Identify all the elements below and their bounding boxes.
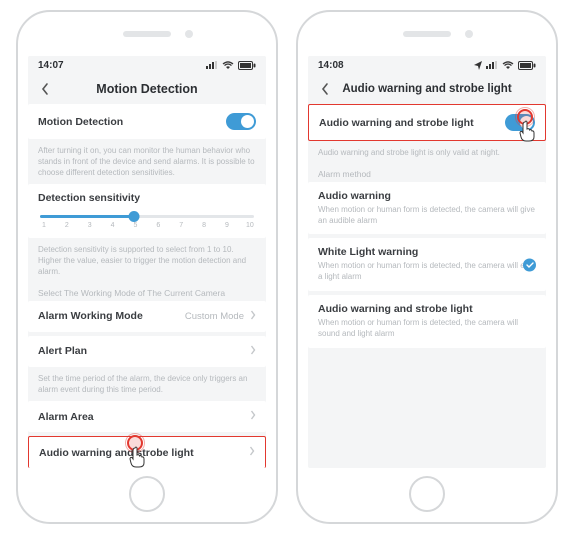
home-button[interactable] bbox=[409, 476, 445, 512]
option-audio-and-strobe[interactable]: Audio warning and strobe light When moti… bbox=[308, 295, 546, 348]
slider-thumb[interactable] bbox=[128, 211, 139, 222]
audio-strobe-toggle-row[interactable]: Audio warning and strobe light bbox=[308, 104, 546, 141]
status-icons bbox=[474, 61, 536, 70]
screen-left: 14:07 Motion Detection Motion Detection bbox=[28, 56, 266, 468]
alert-plan-desc: Set the time period of the alarm, the de… bbox=[28, 371, 266, 402]
sensitivity-title: Detection sensitivity bbox=[38, 192, 256, 204]
phone-mockup-right: 14:08 Audio warning and strobe light Aud… bbox=[296, 10, 558, 524]
alarm-area-label: Alarm Area bbox=[38, 411, 244, 423]
option-desc: When motion or human form is detected, t… bbox=[318, 261, 536, 283]
tick-6: 6 bbox=[154, 222, 162, 229]
tick-1: 1 bbox=[40, 222, 48, 229]
status-time: 14:08 bbox=[318, 60, 344, 71]
alarm-working-mode-value: Custom Mode bbox=[185, 311, 244, 322]
motion-detection-toggle-row[interactable]: Motion Detection bbox=[28, 104, 266, 139]
tick-3: 3 bbox=[86, 222, 94, 229]
status-icons bbox=[206, 61, 256, 70]
chevron-right-icon bbox=[250, 345, 256, 358]
wifi-icon bbox=[502, 61, 514, 70]
alarm-working-mode-label: Alarm Working Mode bbox=[38, 310, 185, 322]
toggle-audio-strobe[interactable] bbox=[505, 114, 535, 131]
option-title: Audio warning bbox=[318, 190, 536, 202]
tick-9: 9 bbox=[223, 222, 231, 229]
phone-speaker bbox=[403, 31, 451, 37]
sensitivity-card: Detection sensitivity 1 2 3 4 5 6 7 bbox=[28, 184, 266, 238]
tick-10: 10 bbox=[246, 222, 254, 229]
content-left: Motion Detection After turning it on, yo… bbox=[28, 104, 266, 468]
tick-4: 4 bbox=[109, 222, 117, 229]
content-right: Audio warning and strobe light Audio war… bbox=[308, 104, 546, 468]
sensitivity-desc: Detection sensitivity is supported to se… bbox=[28, 242, 266, 283]
back-button[interactable] bbox=[316, 80, 334, 98]
tick-8: 8 bbox=[200, 222, 208, 229]
checkmark-icon bbox=[523, 258, 536, 271]
nav-bar: Audio warning and strobe light bbox=[308, 74, 546, 104]
screen-right: 14:08 Audio warning and strobe light Aud… bbox=[308, 56, 546, 468]
motion-detection-label: Motion Detection bbox=[38, 116, 226, 128]
mode-section-label: Select The Working Mode of The Current C… bbox=[28, 284, 266, 301]
tick-2: 2 bbox=[63, 222, 71, 229]
chevron-right-icon bbox=[250, 410, 256, 423]
phone-speaker bbox=[123, 31, 171, 37]
status-time: 14:07 bbox=[38, 60, 64, 71]
phone-mockup-left: 14:07 Motion Detection Motion Detection bbox=[16, 10, 278, 524]
option-desc: When motion or human form is detected, t… bbox=[318, 205, 536, 227]
phone-camera bbox=[185, 30, 193, 38]
option-title: White Light warning bbox=[318, 246, 536, 258]
status-bar: 14:07 bbox=[28, 56, 266, 74]
alarm-method-section-label: Alarm method bbox=[308, 165, 546, 182]
motion-detection-desc: After turning it on, you can monitor the… bbox=[28, 143, 266, 184]
page-title: Motion Detection bbox=[54, 82, 240, 96]
signal-icon bbox=[206, 61, 218, 69]
audio-strobe-toggle-desc: Audio warning and strobe light is only v… bbox=[308, 145, 546, 165]
audio-warning-strobe-row[interactable]: Audio warning and strobe light bbox=[28, 436, 266, 468]
sensitivity-slider[interactable]: 1 2 3 4 5 6 7 8 9 10 bbox=[38, 210, 256, 228]
option-white-light-warning[interactable]: White Light warning When motion or human… bbox=[308, 238, 546, 291]
home-button[interactable] bbox=[129, 476, 165, 512]
option-title: Audio warning and strobe light bbox=[318, 303, 536, 315]
toggle-motion-detection[interactable] bbox=[226, 113, 256, 130]
chevron-right-icon bbox=[250, 310, 256, 323]
nav-bar: Motion Detection bbox=[28, 74, 266, 104]
option-desc: When motion or human form is detected, t… bbox=[318, 318, 536, 340]
alert-plan-row[interactable]: Alert Plan bbox=[28, 336, 266, 367]
tick-7: 7 bbox=[177, 222, 185, 229]
audio-strobe-toggle-label: Audio warning and strobe light bbox=[319, 117, 505, 129]
slider-fill bbox=[40, 215, 136, 218]
audio-warning-strobe-label: Audio warning and strobe light bbox=[39, 447, 243, 459]
option-audio-warning[interactable]: Audio warning When motion or human form … bbox=[308, 182, 546, 235]
alert-plan-label: Alert Plan bbox=[38, 345, 244, 357]
alarm-area-row[interactable]: Alarm Area bbox=[28, 401, 266, 432]
signal-icon bbox=[486, 61, 498, 69]
slider-ticks: 1 2 3 4 5 6 7 8 9 10 bbox=[40, 222, 254, 229]
location-icon bbox=[474, 61, 482, 70]
page-title: Audio warning and strobe light bbox=[334, 83, 520, 95]
chevron-right-icon bbox=[249, 446, 255, 459]
tick-5: 5 bbox=[132, 222, 140, 229]
phone-camera bbox=[465, 30, 473, 38]
wifi-icon bbox=[222, 61, 234, 70]
chevron-left-icon bbox=[40, 82, 50, 96]
alarm-working-mode-row[interactable]: Alarm Working Mode Custom Mode bbox=[28, 301, 266, 332]
status-bar: 14:08 bbox=[308, 56, 546, 74]
battery-icon bbox=[238, 61, 256, 70]
chevron-left-icon bbox=[320, 82, 330, 96]
battery-icon bbox=[518, 61, 536, 70]
back-button[interactable] bbox=[36, 80, 54, 98]
